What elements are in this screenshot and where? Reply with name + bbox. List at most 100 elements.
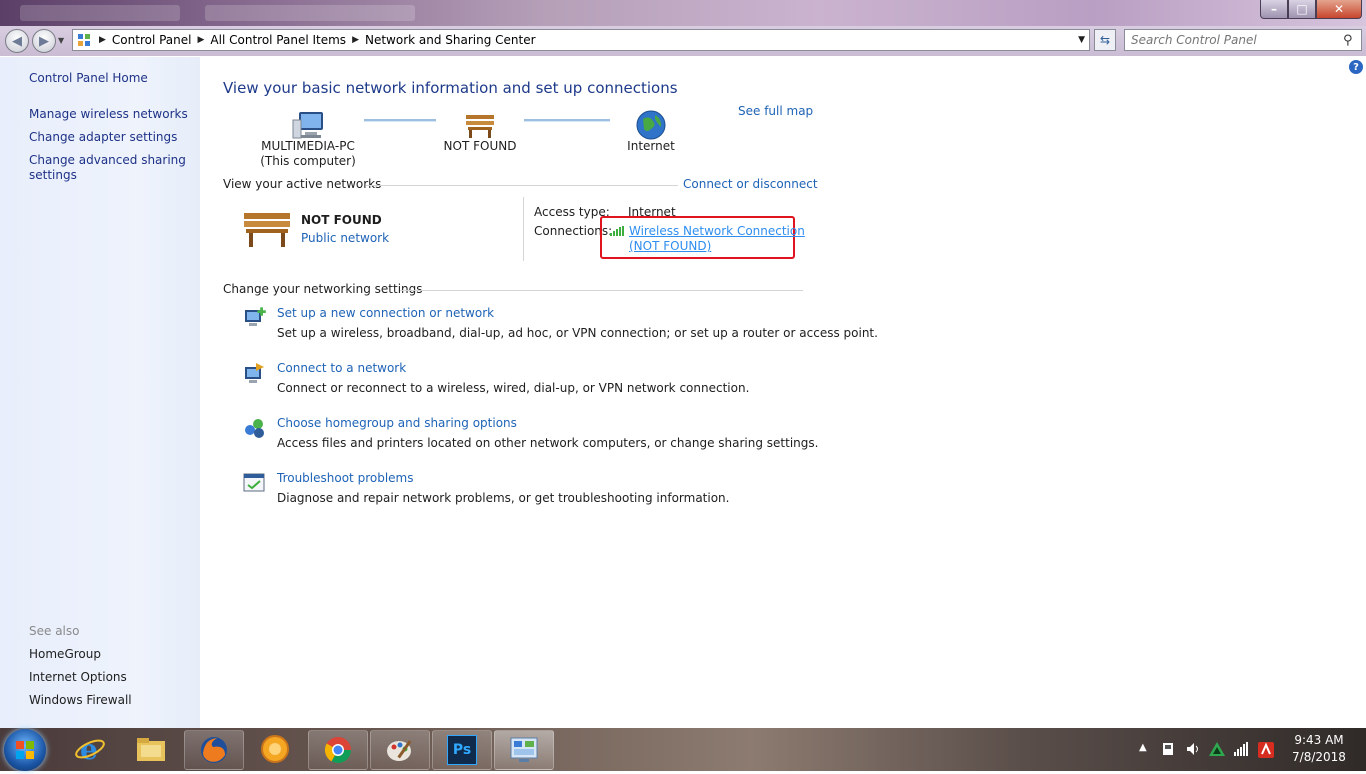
see-also-internet-options[interactable]: Internet Options bbox=[29, 670, 127, 685]
back-arrow-icon: ◀ bbox=[12, 33, 22, 49]
connect-network-icon bbox=[242, 361, 266, 385]
forward-arrow-icon: ▶ bbox=[39, 33, 49, 49]
close-button[interactable]: ✕ bbox=[1316, 0, 1362, 19]
wifi-signal-icon bbox=[610, 225, 624, 239]
forward-button[interactable]: ▶ bbox=[32, 29, 56, 53]
breadcrumb-network-sharing[interactable]: Network and Sharing Center bbox=[365, 33, 536, 47]
refresh-button[interactable]: ⇆ bbox=[1094, 29, 1116, 51]
map-internet-node[interactable]: Internet bbox=[611, 105, 691, 154]
bench-icon bbox=[242, 209, 292, 252]
taskbar-paint[interactable] bbox=[370, 730, 430, 770]
clock-time: 9:43 AM bbox=[1294, 733, 1344, 747]
minimize-button[interactable]: – bbox=[1260, 0, 1288, 19]
page-title: View your basic network information and … bbox=[223, 79, 678, 97]
task-connect-network-link[interactable]: Connect to a network bbox=[277, 361, 406, 375]
window-controls: – □ ✕ bbox=[1260, 0, 1362, 19]
system-clock[interactable]: 9:43 AM 7/8/2018 bbox=[1286, 732, 1352, 766]
settings-heading: Change your networking settings bbox=[223, 282, 423, 296]
map-computer-node[interactable]: MULTIMEDIA-PC (This computer) bbox=[258, 105, 358, 169]
see-also-homegroup[interactable]: HomeGroup bbox=[29, 647, 101, 662]
taskbar-file-explorer[interactable] bbox=[122, 730, 180, 768]
show-hidden-icons-button[interactable]: ▲ bbox=[1139, 742, 1147, 753]
firefox-icon bbox=[201, 737, 227, 763]
connect-or-disconnect-link[interactable]: Connect or disconnect bbox=[683, 177, 818, 191]
svg-text:e: e bbox=[80, 733, 98, 765]
paint-icon bbox=[387, 740, 412, 761]
see-also-heading: See also bbox=[29, 624, 80, 638]
start-button[interactable] bbox=[4, 729, 46, 771]
map-connection-line bbox=[524, 119, 610, 122]
clock-date: 7/8/2018 bbox=[1292, 750, 1346, 764]
back-button[interactable]: ◀ bbox=[5, 29, 29, 53]
map-connection-line bbox=[364, 119, 436, 122]
navigation-bar: ◀ ▶ ▼ ▶ Control Panel ▶ All Control Pane… bbox=[0, 26, 1366, 56]
see-full-map-link[interactable]: See full map bbox=[738, 104, 813, 118]
breadcrumb-separator: ▶ bbox=[99, 35, 106, 45]
section-divider bbox=[366, 185, 678, 186]
window-title-bar: – □ ✕ bbox=[0, 0, 1366, 26]
photoshop-icon: Ps bbox=[447, 735, 477, 765]
address-bar[interactable]: ▶ Control Panel ▶ All Control Panel Item… bbox=[72, 29, 1090, 51]
main-content: ? View your basic network information an… bbox=[200, 57, 1366, 728]
breadcrumb-control-panel[interactable]: Control Panel bbox=[112, 33, 192, 47]
breadcrumb-separator: ▶ bbox=[352, 35, 359, 45]
map-network-node[interactable]: NOT FOUND bbox=[430, 105, 530, 154]
sidebar-item-adapter-settings[interactable]: Change adapter settings bbox=[29, 130, 177, 145]
task-homegroup-link[interactable]: Choose homegroup and sharing options bbox=[277, 416, 517, 430]
taskbar-firefox[interactable] bbox=[184, 730, 244, 770]
computer-name: MULTIMEDIA-PC bbox=[261, 139, 355, 153]
taskbar-orange-app[interactable] bbox=[246, 730, 304, 768]
task-new-connection-link[interactable]: Set up a new connection or network bbox=[277, 306, 494, 320]
computer-subtitle: (This computer) bbox=[260, 154, 356, 168]
network-signal-icon[interactable] bbox=[1234, 742, 1248, 756]
app-orange-icon bbox=[261, 735, 289, 763]
network-category-link[interactable]: Public network bbox=[301, 231, 389, 245]
taskbar-internet-explorer[interactable]: e bbox=[61, 730, 119, 768]
antivirus-icon[interactable] bbox=[1258, 742, 1274, 758]
wireless-connection-link[interactable]: Wireless Network Connection (NOT FOUND) bbox=[629, 224, 805, 254]
chrome-icon bbox=[324, 737, 352, 764]
active-networks-heading: View your active networks bbox=[223, 177, 382, 191]
volume-icon[interactable] bbox=[1186, 742, 1200, 756]
section-divider bbox=[400, 290, 803, 291]
search-box[interactable]: ⚲ bbox=[1124, 29, 1362, 51]
see-also-windows-firewall[interactable]: Windows Firewall bbox=[29, 693, 132, 708]
sidebar-control-panel-home[interactable]: Control Panel Home bbox=[29, 71, 148, 86]
address-dropdown-icon[interactable]: ▼ bbox=[1078, 35, 1085, 45]
recent-pages-dropdown[interactable]: ▼ bbox=[58, 36, 64, 45]
task-troubleshoot-desc: Diagnose and repair network problems, or… bbox=[277, 491, 730, 505]
sidebar-item-advanced-sharing[interactable]: Change advanced sharing settings bbox=[29, 153, 189, 183]
task-homegroup-desc: Access files and printers located on oth… bbox=[277, 436, 819, 450]
taskbar-chrome[interactable] bbox=[308, 730, 368, 770]
background-window-tab bbox=[205, 5, 415, 21]
connection-name: Wireless Network Connection bbox=[629, 224, 805, 238]
taskbar-photoshop[interactable]: Ps bbox=[432, 730, 492, 770]
control-panel-icon bbox=[510, 737, 538, 762]
sidebar-item-manage-wireless[interactable]: Manage wireless networks bbox=[29, 107, 188, 122]
internet-label: Internet bbox=[627, 139, 675, 153]
maximize-button[interactable]: □ bbox=[1288, 0, 1316, 19]
taskbar-control-panel[interactable] bbox=[494, 730, 554, 770]
taskbar: e Ps ▲ 9:43 AM 7/8/2018 bbox=[0, 728, 1366, 771]
tray-device-icon[interactable] bbox=[1161, 742, 1175, 756]
search-input[interactable] bbox=[1125, 32, 1343, 48]
vertical-divider bbox=[523, 197, 524, 261]
connection-network: (NOT FOUND) bbox=[629, 239, 712, 253]
access-type-label: Access type: bbox=[534, 205, 610, 219]
tray-green-icon[interactable] bbox=[1209, 742, 1225, 756]
internet-explorer-icon: e bbox=[75, 733, 105, 765]
task-troubleshoot-link[interactable]: Troubleshoot problems bbox=[277, 471, 413, 485]
new-connection-icon bbox=[242, 306, 266, 330]
help-icon[interactable]: ? bbox=[1349, 60, 1363, 74]
breadcrumb-all-items[interactable]: All Control Panel Items bbox=[210, 33, 346, 47]
file-explorer-icon bbox=[137, 738, 165, 761]
control-panel-icon bbox=[77, 33, 91, 47]
active-network-name: NOT FOUND bbox=[301, 213, 382, 227]
task-new-connection-desc: Set up a wireless, broadband, dial-up, a… bbox=[277, 326, 878, 340]
search-icon[interactable]: ⚲ bbox=[1343, 33, 1353, 48]
breadcrumb-separator: ▶ bbox=[197, 35, 205, 45]
windows-logo-icon bbox=[16, 741, 34, 759]
background-window-tab bbox=[20, 5, 180, 21]
refresh-icon: ⇆ bbox=[1099, 33, 1111, 47]
sidebar: Control Panel Home Manage wireless netwo… bbox=[0, 57, 200, 728]
